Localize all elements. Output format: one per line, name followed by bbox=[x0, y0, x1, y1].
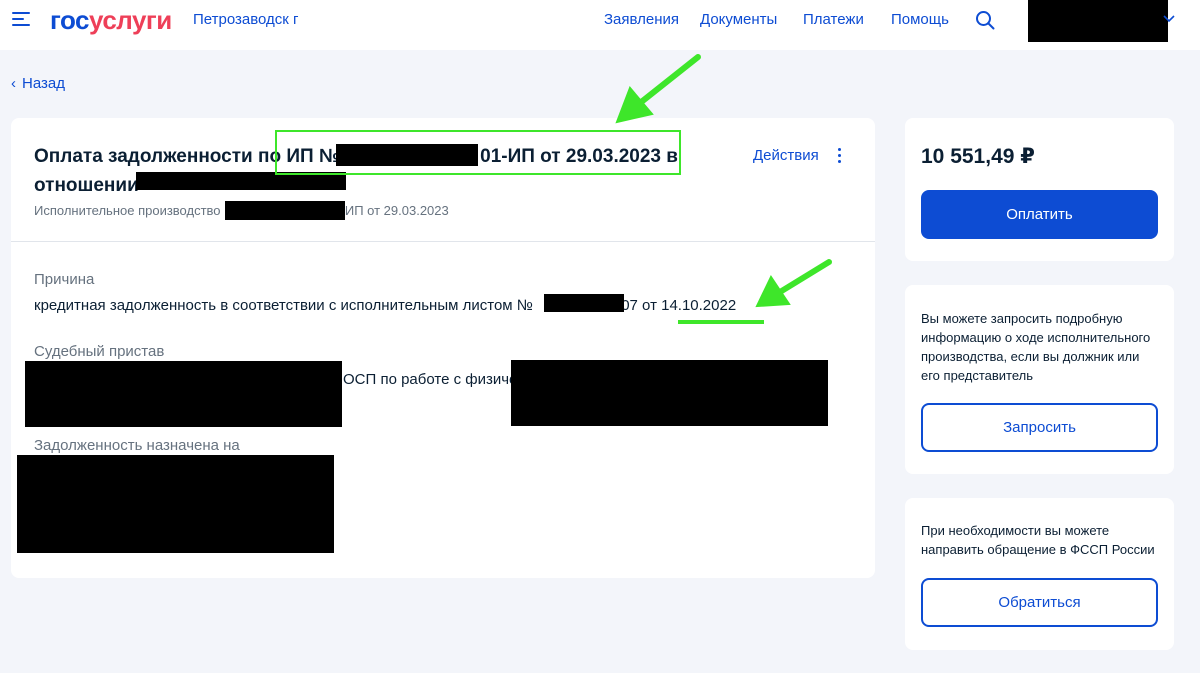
annotation-arrow-1 bbox=[615, 54, 701, 124]
payment-card: 10 551,49 ₽ Оплатить bbox=[905, 118, 1174, 261]
debt-amount: 10 551,49 ₽ bbox=[921, 145, 1035, 168]
appeal-button[interactable]: Обратиться bbox=[921, 578, 1158, 627]
request-info-text: Вы можете запросить подробную информацию… bbox=[921, 311, 1151, 383]
appeal-card: При необходимости вы можете направить об… bbox=[905, 498, 1174, 650]
request-info-card: Вы можете запросить подробную информацию… bbox=[905, 285, 1174, 474]
request-button[interactable]: Запросить bbox=[921, 403, 1158, 452]
appeal-info-text: При необходимости вы можете направить об… bbox=[921, 523, 1155, 557]
annotation-arrow-2 bbox=[755, 259, 832, 308]
pay-button[interactable]: Оплатить bbox=[921, 190, 1158, 239]
